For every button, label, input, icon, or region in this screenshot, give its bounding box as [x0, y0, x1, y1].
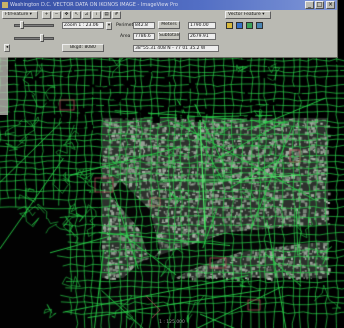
zoom-out-button[interactable]: −	[52, 11, 61, 19]
zoom-in-icon: +	[44, 12, 49, 17]
info-button[interactable]: i	[92, 11, 101, 19]
app-icon	[2, 2, 8, 8]
subtotals-button[interactable]: Subtotals	[158, 32, 180, 40]
menu-bar: FtrFeature ▾ + − ✥ ↖ ⊿ i ▤ # Vector Feat…	[0, 10, 337, 19]
select-button[interactable]: ↖	[72, 11, 81, 19]
toolbar-window: Washington D.C. VECTOR DATA ON IKONOS IM…	[0, 0, 337, 57]
layer-dropdown[interactable]: FtrFeature ▾	[2, 11, 38, 19]
perimeter-field[interactable]: 842.8	[133, 22, 155, 29]
print-icon: ▤	[104, 12, 109, 17]
vector-feature-dropdown[interactable]: Vector Feature ▾	[225, 11, 271, 19]
measure-icon: ⊿	[84, 12, 89, 17]
vector-feature-label: Vector Feature	[228, 12, 261, 17]
coordinate-readout: 38°55.31 408 N - 77 01 35.2 W	[133, 45, 219, 52]
info-icon: i	[95, 12, 98, 17]
area-label: Area	[120, 34, 131, 39]
pan-button[interactable]: ✥	[62, 11, 71, 19]
select-icon: ↖	[74, 12, 79, 17]
coord-x-field[interactable]: 1790.00	[188, 22, 216, 29]
pan-icon: ✥	[64, 12, 69, 17]
opacity-slider-thumb[interactable]	[40, 34, 44, 42]
opacity-slider[interactable]	[14, 37, 54, 40]
window-title: Washington D.C. VECTOR DATA ON IKONOS IM…	[10, 2, 178, 8]
grid-icon: #	[114, 12, 119, 17]
title-bar: Washington D.C. VECTOR DATA ON IKONOS IM…	[0, 0, 337, 10]
gis-application: Washington D.C. VECTOR DATA ON IKONOS IM…	[0, 0, 344, 328]
meters-button[interactable]: Meters	[158, 21, 180, 29]
zoom-slider-thumb[interactable]	[20, 21, 24, 29]
zoom-out-icon: −	[54, 12, 59, 17]
minimize-button[interactable]: _	[305, 1, 314, 9]
zoom-field[interactable]: Zoom 1 : 23.06	[62, 22, 104, 29]
layer-dropdown-label: FtrFeature	[5, 12, 29, 17]
side-panel-strip	[0, 57, 8, 115]
chevron-down-icon: ▾	[107, 23, 111, 28]
background-field[interactable]: Bkgd: 8080	[62, 44, 104, 52]
maximize-button[interactable]: □	[315, 1, 324, 9]
color-swatch-yellow[interactable]	[226, 22, 233, 29]
close-button[interactable]: ×	[326, 1, 335, 9]
grid-button[interactable]: #	[112, 11, 121, 19]
zoom-dropdown-button[interactable]: ▾	[106, 22, 112, 30]
zoom-in-button[interactable]: +	[42, 11, 51, 19]
color-swatch-cyan[interactable]	[256, 22, 263, 29]
print-button[interactable]: ▤	[102, 11, 111, 19]
color-swatch-blue[interactable]	[236, 22, 243, 29]
coord-y-field[interactable]: 2679.91	[188, 33, 216, 40]
color-swatch-green[interactable]	[246, 22, 253, 29]
scale-status-text: 1 : 125,000	[159, 320, 185, 325]
chevron-left-icon: ◂	[5, 45, 9, 50]
prev-button[interactable]: ◂	[4, 44, 10, 52]
measure-button[interactable]: ⊿	[82, 11, 91, 19]
area-field[interactable]: 7786.6	[133, 33, 155, 40]
